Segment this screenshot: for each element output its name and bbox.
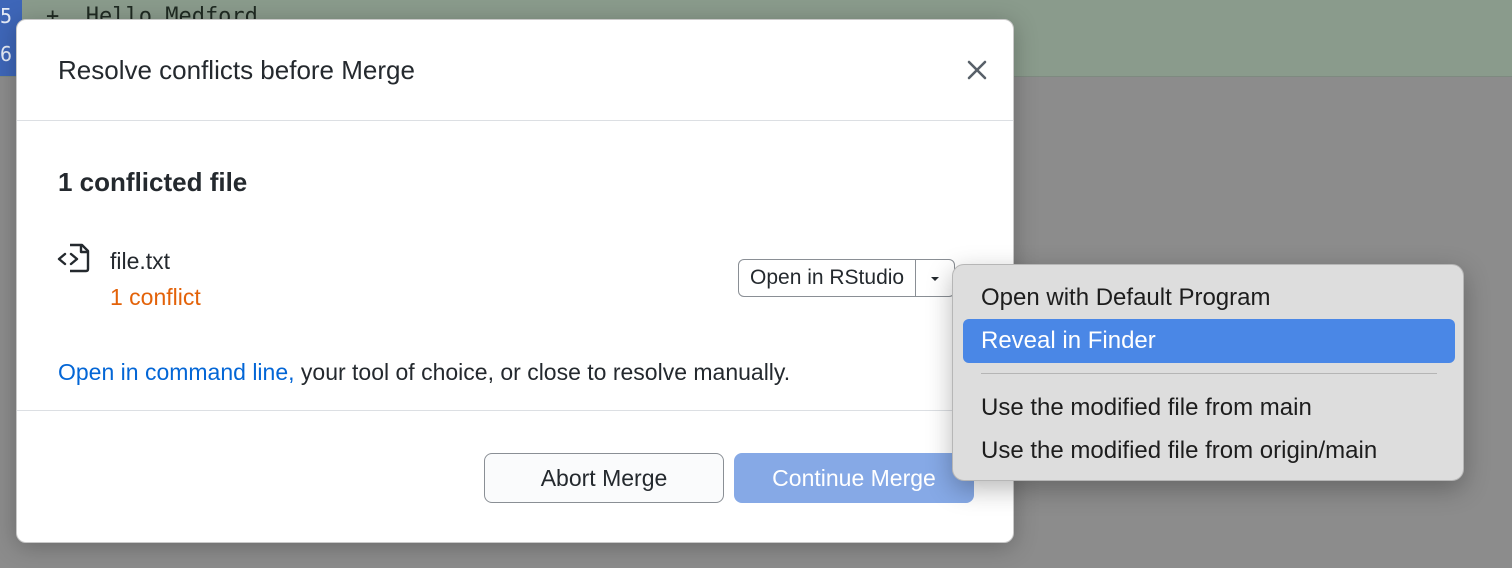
open-in-rstudio-button[interactable]: Open in RStudio	[739, 260, 917, 296]
footer-divider	[17, 410, 1013, 411]
open-in-editor-split-button: Open in RStudio	[738, 259, 956, 297]
open-options-dropdown-button[interactable]	[916, 260, 954, 296]
line-number: 5	[0, 4, 13, 28]
resolve-conflicts-dialog: Resolve conflicts before Merge 1 conflic…	[16, 19, 1014, 543]
menu-item-open-default-program[interactable]: Open with Default Program	[963, 276, 1455, 320]
menu-item-use-file-from-main[interactable]: Use the modified file from main	[963, 386, 1455, 430]
dialog-header: Resolve conflicts before Merge	[17, 20, 1013, 121]
close-button[interactable]	[963, 56, 991, 84]
continue-merge-button[interactable]: Continue Merge	[734, 453, 974, 503]
open-options-menu: Open with Default Program Reveal in Find…	[952, 264, 1464, 481]
resolve-instructions: Open in command line, your tool of choic…	[58, 359, 790, 386]
conflicted-file-name: file.txt	[110, 248, 171, 274]
menu-item-reveal-in-finder[interactable]: Reveal in Finder	[963, 319, 1455, 363]
abort-merge-button[interactable]: Abort Merge	[484, 453, 724, 503]
file-code-icon	[57, 243, 90, 273]
resolve-instructions-text: your tool of choice, or close to resolve…	[294, 359, 791, 385]
menu-item-use-file-from-origin-main[interactable]: Use the modified file from origin/main	[963, 429, 1455, 473]
open-command-line-link[interactable]: Open in command line,	[58, 359, 295, 385]
menu-divider	[981, 373, 1437, 374]
conflict-count: 1 conflict	[110, 284, 201, 310]
close-icon[interactable]	[963, 56, 991, 84]
conflicted-files-heading: 1 conflicted file	[58, 167, 248, 197]
dialog-title: Resolve conflicts before Merge	[58, 55, 415, 85]
line-number: 6	[0, 42, 13, 66]
chevron-down-icon	[931, 277, 940, 281]
